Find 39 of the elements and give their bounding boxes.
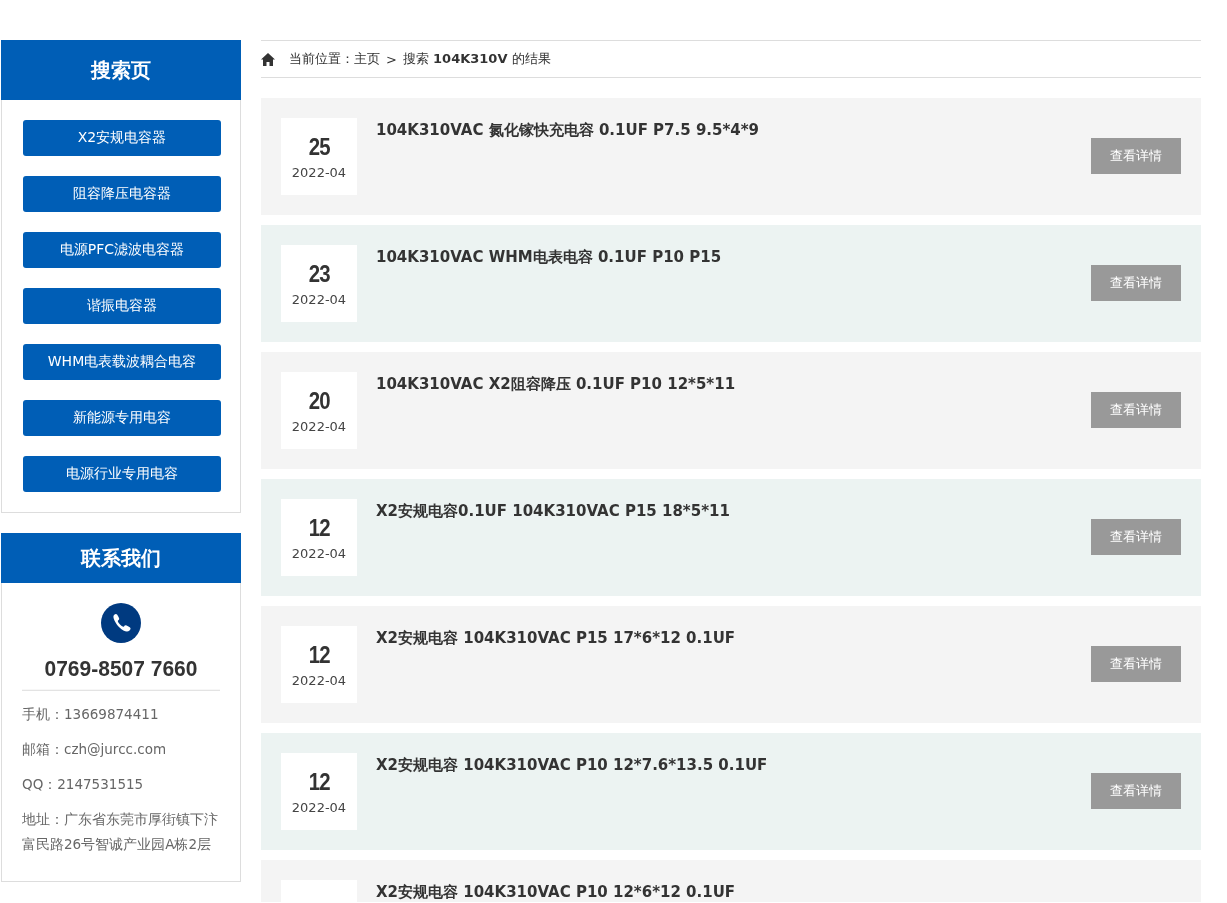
breadcrumb-current: 搜索 104K310V 的结果: [402, 50, 551, 68]
category-button[interactable]: 阻容降压电容器: [23, 176, 221, 212]
result-title[interactable]: 104K310VAC X2阻容降压 0.1UF P10 12*5*11: [376, 372, 1091, 469]
date-day: 23: [308, 260, 330, 288]
category-button[interactable]: 谐振电容器: [23, 288, 221, 324]
date-day: 20: [308, 387, 330, 415]
date-day: 12: [308, 514, 330, 542]
panel-title: 联系我们: [1, 533, 241, 583]
date-month: 2022-04: [291, 673, 347, 688]
category-button[interactable]: 电源行业专用电容: [23, 456, 221, 492]
phone-icon: [101, 603, 141, 643]
date-month: 2022-04: [291, 165, 347, 180]
category-button[interactable]: X2安规电容器: [23, 120, 221, 156]
date-day: 25: [308, 133, 330, 161]
breadcrumb-label: 当前位置：: [289, 50, 354, 68]
result-title[interactable]: X2安规电容 104K310VAC P10 12*7.6*13.5 0.1UF: [376, 753, 1091, 850]
contact-detail: 手机：13669874411: [22, 705, 160, 724]
panel-title: 搜索页: [1, 40, 241, 100]
result-title[interactable]: 104K310VAC 氮化镓快充电容 0.1UF P7.5 9.5*4*9: [376, 118, 1091, 215]
category-button[interactable]: 新能源专用电容: [23, 400, 221, 436]
breadcrumb-separator: >: [386, 51, 397, 67]
home-icon: [261, 52, 275, 66]
result-title[interactable]: X2安规电容0.1UF 104K310VAC P15 18*5*11: [376, 499, 1091, 596]
date-month: 2022-04: [291, 546, 347, 561]
result-title[interactable]: X2安规电容 104K310VAC P10 12*6*12 0.1UF: [376, 880, 1181, 902]
contact-detail: 地址：广东省东莞市厚街镇下汴富民路26号智诚产业园A栋2层: [22, 810, 219, 854]
contact-detail: 邮箱：czh@jurcc.com: [22, 740, 168, 759]
contact-detail: QQ：2147531515: [22, 775, 145, 794]
date-day: 12: [308, 641, 330, 669]
result-title[interactable]: X2安规电容 104K310VAC P15 17*6*12 0.1UF: [376, 626, 1091, 723]
date-day: 12: [308, 768, 330, 796]
date-month: 2022-04: [291, 419, 347, 434]
category-button[interactable]: WHM电表载波耦合电容: [23, 344, 221, 380]
date-month: 2022-04: [291, 292, 347, 307]
hotline-number: 0769-8507 7660: [22, 656, 220, 691]
result-title[interactable]: 104K310VAC WHM电表电容 0.1UF P10 P15: [376, 245, 1091, 342]
date-month: 2022-04: [291, 800, 347, 815]
category-button[interactable]: 电源PFC滤波电容器: [23, 232, 221, 268]
home-link[interactable]: 主页: [354, 50, 380, 68]
